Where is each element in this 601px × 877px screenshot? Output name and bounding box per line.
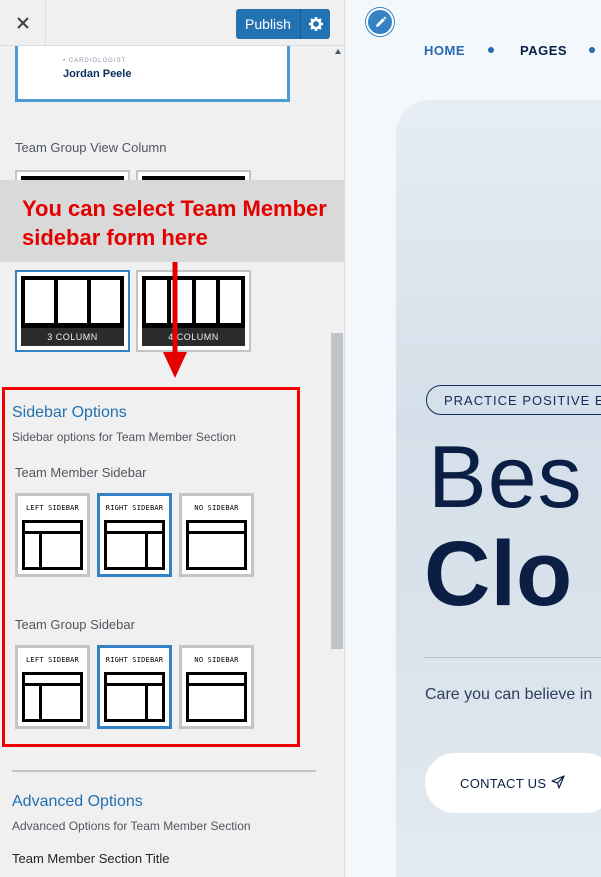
team-group-right-sidebar-option[interactable]: RIGHT SIDEBAR xyxy=(97,645,172,729)
sidebar-options-description: Sidebar options for Team Member Section xyxy=(12,430,236,444)
nav-home[interactable]: HOME xyxy=(424,43,465,58)
annotation-banner: You can select Team Member sidebar form … xyxy=(0,180,344,262)
edit-shortcut-button[interactable] xyxy=(366,8,394,36)
team-member-no-sidebar-option[interactable]: NO SIDEBAR xyxy=(179,493,254,577)
customizer-panel: • CARDIOLOGIST Jordan Peele Team Group V… xyxy=(0,0,345,877)
customizer-header: Publish xyxy=(0,0,344,46)
team-member-right-sidebar-option[interactable]: RIGHT SIDEBAR xyxy=(97,493,172,577)
sidebar-option-label: NO SIDEBAR xyxy=(194,504,239,512)
team-member-preview-card: • CARDIOLOGIST Jordan Peele xyxy=(15,40,290,102)
pencil-icon xyxy=(375,16,386,27)
sidebar-option-label: LEFT SIDEBAR xyxy=(26,656,79,664)
close-button[interactable] xyxy=(0,0,46,46)
annotation-arrow-icon xyxy=(163,262,187,378)
hero-headline-line-1: Bes xyxy=(428,427,583,526)
team-group-left-sidebar-option[interactable]: LEFT SIDEBAR xyxy=(15,645,90,729)
contact-us-label: CONTACT US xyxy=(460,776,547,791)
publish-settings-button[interactable] xyxy=(300,9,330,39)
annotation-text: You can select Team Member sidebar form … xyxy=(22,196,327,250)
column-option-partial[interactable] xyxy=(15,170,130,182)
hero-subtext: Care you can believe in xyxy=(425,686,593,703)
scroll-up-arrow-icon[interactable] xyxy=(334,48,342,56)
column-option-partial[interactable] xyxy=(136,170,251,182)
sidebar-option-label: RIGHT SIDEBAR xyxy=(105,504,164,512)
close-icon xyxy=(16,17,29,29)
sidebar-option-label: RIGHT SIDEBAR xyxy=(105,656,164,664)
team-group-no-sidebar-option[interactable]: NO SIDEBAR xyxy=(179,645,254,729)
hero-divider xyxy=(424,657,601,658)
sidebar-options-title: Sidebar Options xyxy=(12,404,127,421)
member-role: • CARDIOLOGIST xyxy=(63,58,127,64)
sidebar-option-label: NO SIDEBAR xyxy=(194,656,239,664)
team-member-left-sidebar-option[interactable]: LEFT SIDEBAR xyxy=(15,493,90,577)
advanced-options-title[interactable]: Advanced Options xyxy=(12,793,143,811)
advanced-options-description: Advanced Options for Team Member Section xyxy=(12,819,251,833)
column-option-label: 4 COLUMN xyxy=(142,328,245,346)
hero-headline-line-2: Clo xyxy=(424,523,573,625)
team-member-sidebar-label: Team Member Sidebar xyxy=(15,465,147,480)
team-member-section-title-label: Team Member Section Title xyxy=(12,851,170,866)
column-option-label: 3 COLUMN xyxy=(21,328,124,346)
team-group-view-column-label: Team Group View Column xyxy=(15,140,167,155)
column-option-4[interactable]: 4 COLUMN xyxy=(136,270,251,352)
hero-tagline: PRACTICE POSITIVE EN xyxy=(444,393,601,408)
sidebar-option-label: LEFT SIDEBAR xyxy=(26,504,79,512)
publish-button[interactable]: Publish xyxy=(236,9,300,39)
column-option-3[interactable]: 3 COLUMN xyxy=(15,270,130,352)
nav-separator xyxy=(488,47,494,53)
member-name: Jordan Peele xyxy=(63,68,132,80)
paper-plane-icon xyxy=(551,775,565,789)
nav-pages[interactable]: PAGES xyxy=(520,43,567,58)
site-preview: HOME PAGES PRACTICE POSITIVE EN Bes Clo … xyxy=(346,0,601,877)
section-divider xyxy=(12,770,316,772)
team-group-sidebar-label: Team Group Sidebar xyxy=(15,617,135,632)
nav-separator xyxy=(589,47,595,53)
panel-scrollbar[interactable] xyxy=(331,333,343,649)
gear-icon xyxy=(308,17,323,31)
